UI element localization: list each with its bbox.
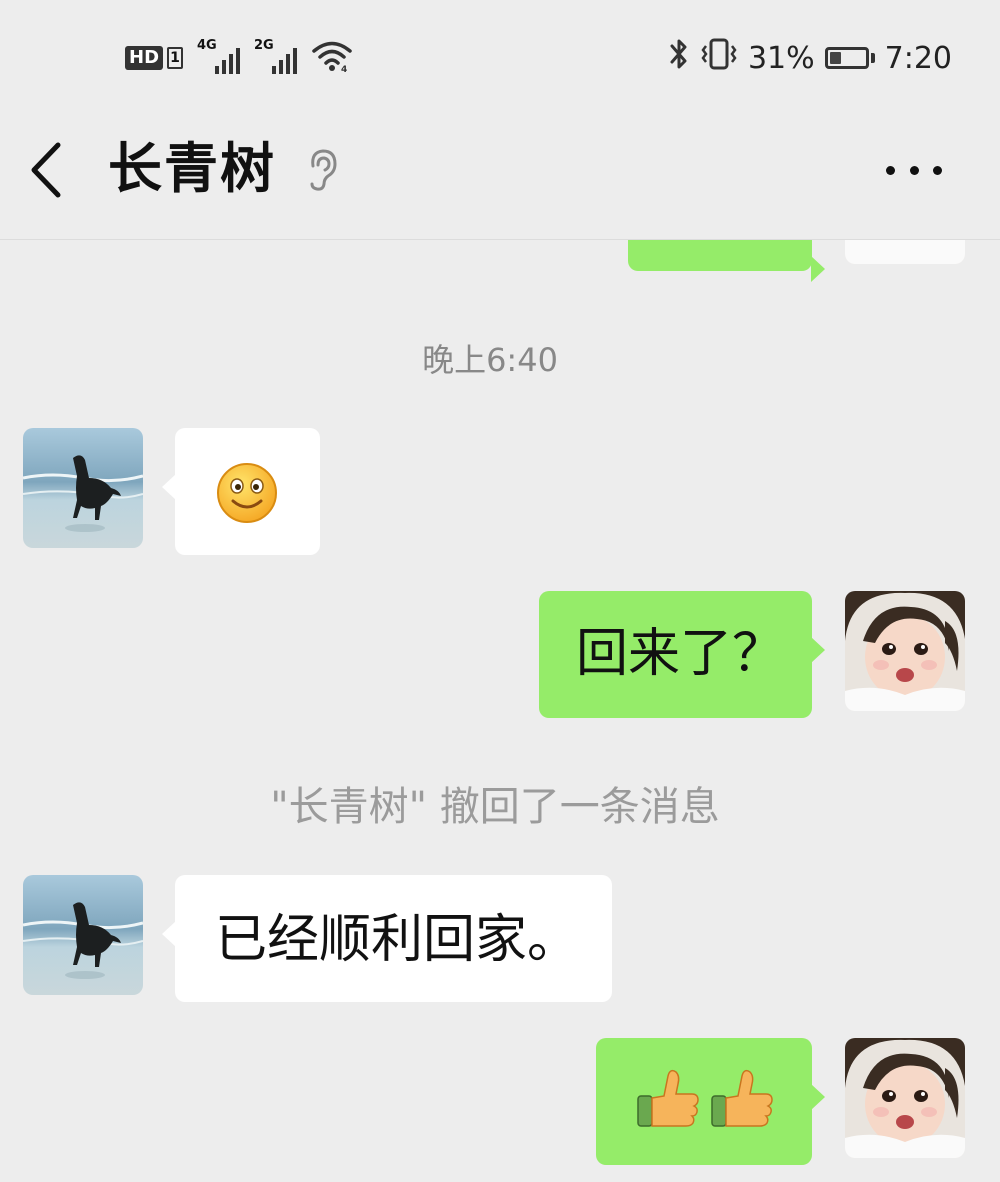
vibrate-icon — [700, 37, 738, 79]
back-button[interactable] — [22, 135, 72, 205]
message-bubble-out-emoji[interactable] — [596, 1038, 825, 1165]
message-text: 已经顺利回家。 — [215, 910, 580, 970]
smile-emoji — [217, 463, 277, 523]
battery-percent: 31% — [747, 40, 815, 76]
status-left: HD 1 4G 2G 4 — [125, 38, 353, 78]
hd-label: HD — [125, 46, 164, 70]
ear-icon — [305, 148, 339, 192]
recall-notice: "长青树" 撤回了一条消息 — [270, 784, 720, 830]
bluetooth-icon — [668, 37, 690, 79]
message-bubble-out-partial[interactable] — [628, 240, 825, 282]
my-avatar[interactable] — [845, 1038, 965, 1158]
status-right: 31% 7:20 — [668, 38, 952, 78]
svg-text:4: 4 — [341, 65, 347, 73]
hd-sim-number: 1 — [167, 47, 184, 69]
signal-2g-icon: 2G — [254, 38, 298, 74]
status-bar: HD 1 4G 2G 4 31% 7:20 — [0, 0, 1000, 115]
more-options-button[interactable] — [886, 155, 942, 185]
contact-avatar[interactable] — [23, 428, 143, 548]
chevron-left-icon — [31, 142, 61, 198]
thumbs-up-emoji-x2 — [637, 1069, 773, 1127]
more-dots-icon — [886, 165, 895, 175]
message-text: 回来了？ — [576, 624, 785, 684]
message-list[interactable]: 晚上6:40 回来了？ "长青树" 撤回了一条消息 已经顺利回家。 — [0, 240, 1000, 1182]
network-type-2g: 2G — [254, 38, 274, 53]
network-type-4g: 4G — [197, 38, 217, 53]
battery-icon — [824, 47, 875, 69]
my-avatar[interactable] — [845, 240, 965, 264]
wifi-icon: 4 — [311, 39, 353, 77]
message-bubble-in-emoji[interactable] — [162, 428, 320, 555]
chat-header: 长青树 — [0, 115, 1000, 240]
hd-voice-icon: HD 1 — [125, 46, 184, 70]
message-bubble-out-text[interactable]: 回来了？ — [539, 591, 825, 718]
signal-4g-icon: 4G — [197, 38, 241, 74]
message-bubble-in-text[interactable]: 已经顺利回家。 — [162, 875, 612, 1002]
my-avatar[interactable] — [845, 591, 965, 711]
clock-time: 7:20 — [884, 40, 952, 76]
chat-title[interactable]: 长青树 — [108, 137, 276, 201]
message-timestamp: 晚上6:40 — [422, 341, 558, 379]
contact-avatar[interactable] — [23, 875, 143, 995]
